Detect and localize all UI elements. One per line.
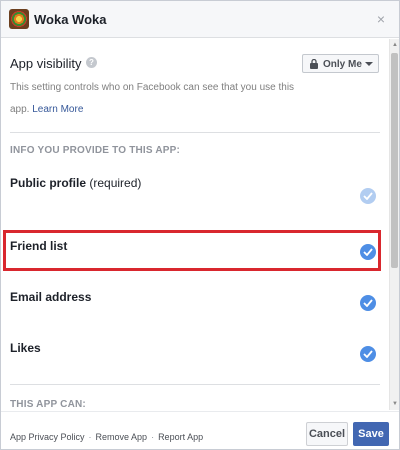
info-section-heading: INFO YOU PROVIDE TO THIS APP:	[10, 145, 181, 156]
learn-more-link[interactable]: Learn More	[32, 104, 83, 115]
visibility-description: This setting controls who on Facebook ca…	[10, 77, 295, 121]
dialog-content: App visibility ? Only Me This setting co…	[1, 39, 399, 410]
scrollbar-thumb[interactable]	[391, 53, 398, 268]
app-title: Woka Woka	[34, 12, 107, 27]
close-icon[interactable]: ×	[372, 10, 390, 28]
remove-app-link[interactable]: Remove App	[96, 432, 148, 442]
audience-value: Only Me	[323, 59, 362, 70]
report-app-link[interactable]: Report App	[158, 432, 203, 442]
permission-row-likes[interactable]: Likes	[1, 341, 389, 381]
check-icon[interactable]	[360, 295, 376, 311]
separator: ·	[88, 432, 92, 442]
check-icon	[360, 188, 376, 204]
permission-name: Email address	[10, 290, 92, 304]
app-settings-dialog: Woka Woka × App visibility ? Only Me Thi…	[0, 0, 400, 450]
dialog-header: Woka Woka ×	[1, 1, 399, 38]
app-logo-icon	[9, 9, 29, 29]
divider	[10, 132, 380, 133]
app-privacy-policy-link[interactable]: App Privacy Policy	[10, 432, 85, 442]
permission-row-public-profile: Public profile (required)	[1, 176, 389, 216]
scroll-down-icon[interactable]: ▼	[391, 400, 399, 408]
chevron-down-icon	[365, 62, 373, 66]
dialog-footer: App Privacy Policy · Remove App · Report App…	[1, 411, 399, 449]
cancel-button[interactable]: Cancel	[306, 422, 348, 446]
help-icon[interactable]: ?	[86, 57, 97, 68]
scroll-up-icon[interactable]: ▲	[391, 41, 399, 49]
permission-row-email[interactable]: Email address	[1, 290, 389, 330]
divider	[10, 384, 380, 385]
save-button[interactable]: Save	[353, 422, 389, 446]
highlight-annotation	[3, 230, 381, 271]
check-icon[interactable]	[360, 346, 376, 362]
permission-name: Public profile	[10, 176, 87, 190]
app-visibility-label: App visibility	[10, 56, 82, 71]
permission-name: Likes	[10, 341, 41, 355]
scrollbar[interactable]: ▲ ▼	[389, 39, 399, 410]
can-section-heading: THIS APP CAN:	[10, 399, 86, 410]
footer-links: App Privacy Policy · Remove App · Report App	[10, 432, 203, 442]
permission-note: (required)	[89, 176, 142, 190]
permission-label: Public profile (required)	[10, 176, 141, 190]
lock-icon	[310, 59, 318, 69]
separator: ·	[151, 432, 155, 442]
audience-selector[interactable]: Only Me	[302, 54, 379, 73]
